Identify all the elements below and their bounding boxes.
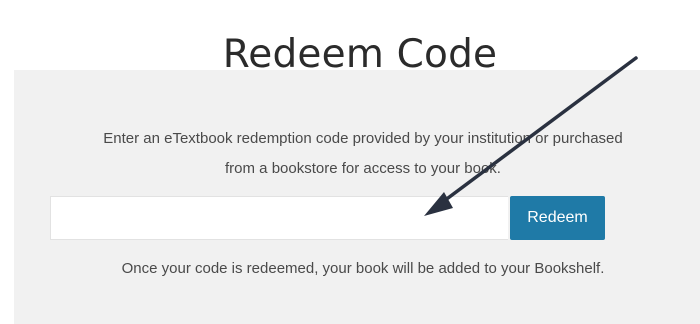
- redeem-button[interactable]: Redeem: [510, 196, 605, 240]
- description-line-2: from a bookstore for access to your book…: [225, 160, 501, 177]
- redeem-code-page: Redeem Code Enter an eTextbook redemptio…: [0, 0, 700, 324]
- redeem-description: Enter an eTextbook redemption code provi…: [30, 124, 696, 184]
- redemption-code-input[interactable]: [50, 196, 508, 240]
- redeem-helper-text: Once your code is redeemed, your book wi…: [121, 260, 605, 277]
- description-line-1: Enter an eTextbook redemption code provi…: [103, 130, 623, 147]
